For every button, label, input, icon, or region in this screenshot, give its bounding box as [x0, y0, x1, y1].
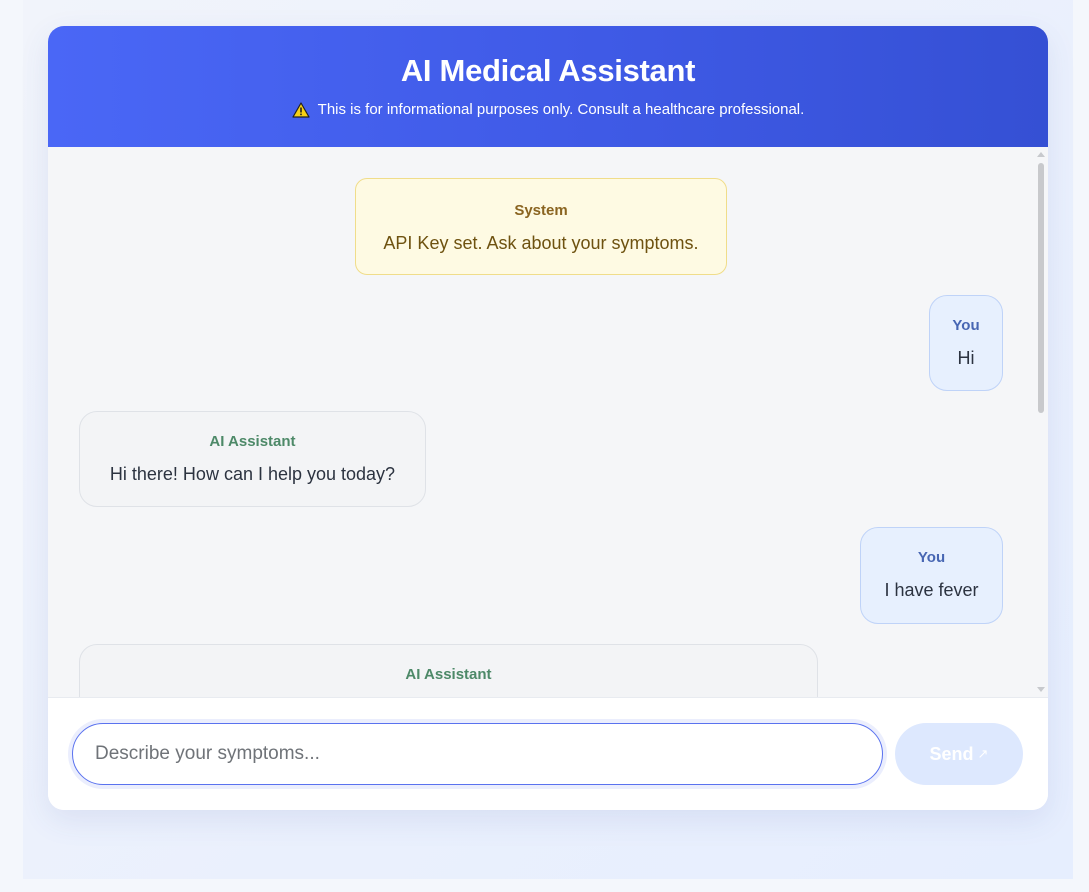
disclaimer-text: This is for informational purposes only.… [317, 101, 805, 118]
message-text: I have fever [884, 580, 979, 600]
scroll-down-icon[interactable] [1037, 687, 1045, 692]
user-message: You Hi [929, 295, 1003, 391]
send-button[interactable]: Send ↗ [895, 723, 1023, 785]
message-list[interactable]: System API Key set. Ask about your sympt… [48, 147, 1048, 697]
chat-container: AI Medical Assistant This is for informa… [48, 26, 1048, 810]
send-label: Send [929, 743, 974, 764]
message-text: API Key set. Ask about your symptoms. [383, 233, 699, 253]
assistant-message: AI Assistant [79, 644, 818, 697]
scroll-up-icon[interactable] [1037, 152, 1045, 157]
arrow-up-right-icon: ↗ [977, 746, 989, 761]
warning-icon [292, 102, 310, 118]
composer-bar: Send ↗ [48, 697, 1048, 810]
message-text: Hi there! How can I help you today? [109, 464, 396, 484]
app-title: AI Medical Assistant [400, 53, 696, 88]
message-sender: You [952, 317, 980, 334]
message-sender: You [917, 549, 946, 566]
message-sender: System [514, 202, 568, 219]
message-sender: AI Assistant [209, 433, 296, 450]
user-message: You I have fever [860, 527, 1003, 624]
assistant-message: AI Assistant Hi there! How can I help yo… [79, 411, 426, 507]
symptom-input[interactable] [72, 723, 883, 785]
system-message: System API Key set. Ask about your sympt… [355, 178, 727, 275]
scrollbar-thumb[interactable] [1038, 163, 1044, 413]
message-sender: AI Assistant [405, 666, 492, 683]
disclaimer: This is for informational purposes only.… [48, 100, 1048, 120]
chat-header: AI Medical Assistant This is for informa… [48, 26, 1048, 147]
message-text: Hi [957, 348, 975, 368]
message-scrollbar[interactable] [1032, 147, 1048, 697]
